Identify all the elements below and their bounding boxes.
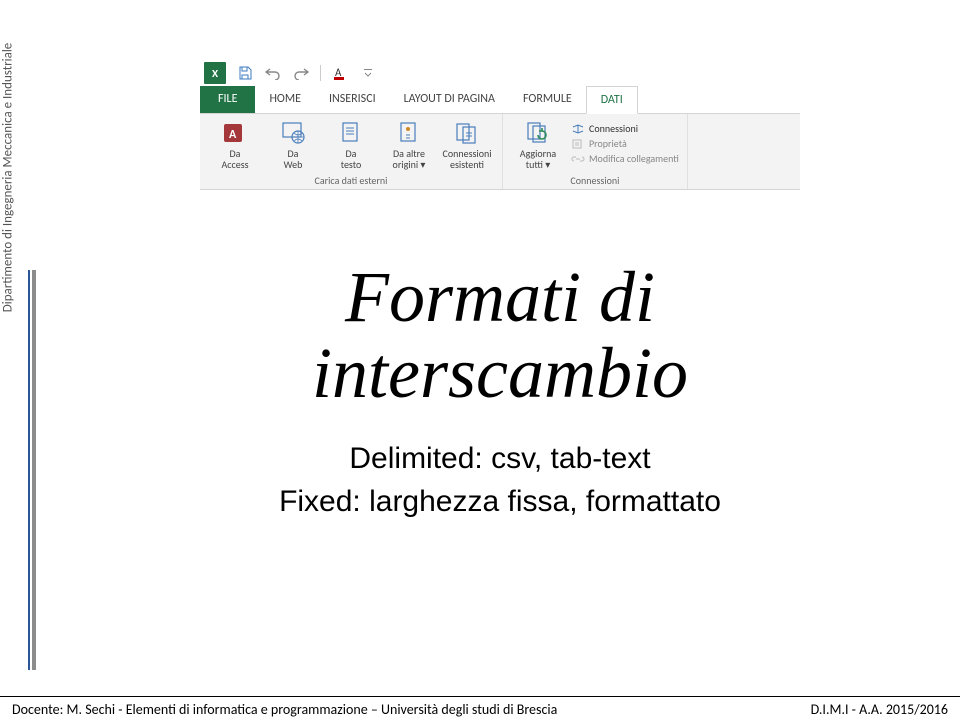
ribbon-tabs: FILE HOME INSERISCI LAYOUT DI PAGINA FOR… bbox=[200, 86, 800, 114]
from-other-button[interactable]: Da altreorigini ▾ bbox=[382, 118, 436, 172]
slide-title-1: Formati di bbox=[120, 260, 880, 336]
slide-content: Formati di interscambio Delimited: csv, … bbox=[120, 260, 880, 521]
department-sidebar: Dipartimento di Ingegneria Meccanica e I… bbox=[1, 0, 16, 378]
sidebar-rule-1 bbox=[28, 270, 30, 670]
refresh-icon bbox=[524, 120, 552, 146]
tab-insert[interactable]: INSERISCI bbox=[315, 86, 390, 113]
existing-connections-button[interactable]: Connessioniesistenti bbox=[440, 118, 494, 172]
connections-icon bbox=[571, 123, 585, 135]
slide-body-1: Delimited: csv, tab-text bbox=[120, 439, 880, 478]
undo-icon[interactable] bbox=[264, 64, 282, 82]
group-connections: Aggiornatutti ▾ Connessioni Proprietà Mo… bbox=[503, 114, 688, 189]
sidebar-rule-2 bbox=[32, 270, 36, 670]
edit-links-item[interactable]: Modifica collegamenti bbox=[571, 152, 679, 165]
properties-item[interactable]: Proprietà bbox=[571, 137, 679, 150]
footer-right: D.I.M.I - A.A. 2015/2016 bbox=[811, 701, 948, 718]
footer-left: Docente: M. Sechi - Elementi di informat… bbox=[12, 701, 557, 718]
existing-connections-icon bbox=[453, 120, 481, 146]
other-sources-icon bbox=[395, 120, 423, 146]
connections-item[interactable]: Connessioni bbox=[571, 122, 679, 135]
save-icon[interactable] bbox=[236, 64, 254, 82]
font-color-icon[interactable]: A bbox=[331, 64, 349, 82]
slide-body-2: Fixed: larghezza fissa, formattato bbox=[120, 482, 880, 521]
text-file-icon bbox=[337, 120, 365, 146]
excel-logo-icon: X bbox=[204, 62, 226, 84]
properties-icon bbox=[571, 138, 585, 150]
tab-formulas[interactable]: FORMULE bbox=[509, 86, 586, 113]
slide-footer: Docente: M. Sechi - Elementi di informat… bbox=[0, 696, 960, 718]
qat-customize-icon[interactable] bbox=[359, 64, 377, 82]
access-icon: A bbox=[221, 120, 249, 146]
tab-home[interactable]: HOME bbox=[255, 86, 315, 113]
tab-layout[interactable]: LAYOUT DI PAGINA bbox=[390, 86, 509, 113]
tab-data[interactable]: DATI bbox=[586, 86, 638, 114]
slide-title-2: interscambio bbox=[120, 336, 880, 412]
from-text-button[interactable]: Datesto bbox=[324, 118, 378, 172]
redo-icon[interactable] bbox=[292, 64, 310, 82]
ribbon-groups: A DaAccess DaWeb Datesto bbox=[200, 114, 800, 190]
quick-access-toolbar: X A bbox=[200, 60, 800, 86]
group-label-connections: Connessioni bbox=[570, 174, 619, 187]
refresh-all-button[interactable]: Aggiornatutti ▾ bbox=[511, 118, 565, 172]
excel-ribbon: X A FILE HOME INSERISCI LAYOUT DI PAGINA… bbox=[200, 60, 800, 190]
edit-links-icon bbox=[571, 153, 585, 165]
svg-text:A: A bbox=[229, 128, 237, 142]
group-label-external: Carica dati esterni bbox=[315, 174, 388, 187]
qat-separator bbox=[320, 65, 321, 81]
from-access-button[interactable]: A DaAccess bbox=[208, 118, 262, 172]
from-web-button[interactable]: DaWeb bbox=[266, 118, 320, 172]
group-external-data: A DaAccess DaWeb Datesto bbox=[200, 114, 503, 189]
web-icon bbox=[279, 120, 307, 146]
tab-file[interactable]: FILE bbox=[200, 86, 255, 113]
